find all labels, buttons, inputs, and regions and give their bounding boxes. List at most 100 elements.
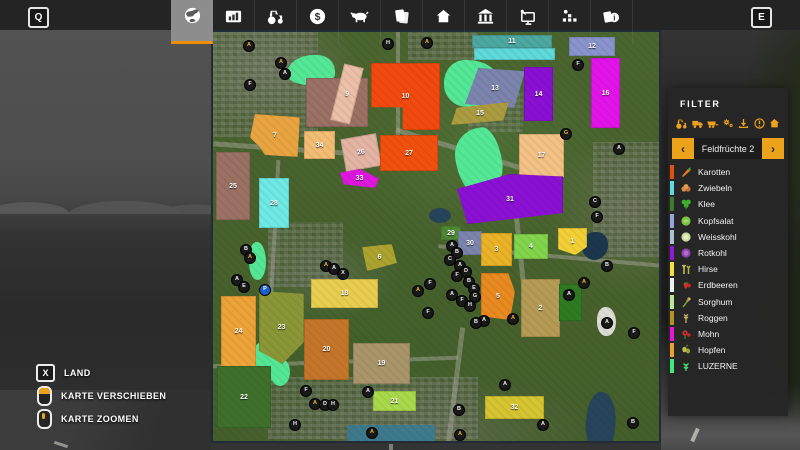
map-marker[interactable]: F bbox=[628, 327, 640, 339]
map-marker[interactable]: A bbox=[366, 427, 378, 439]
crop-label: Hirse bbox=[698, 264, 718, 274]
map-marker[interactable]: F bbox=[591, 211, 603, 223]
map-field-3[interactable]: 3 bbox=[481, 233, 512, 266]
map-marker[interactable]: A bbox=[499, 379, 511, 391]
map-field-7[interactable]: 7 bbox=[250, 114, 300, 157]
map-field-23[interactable]: 23 bbox=[259, 291, 304, 364]
crop-legend-item: Roggen bbox=[668, 310, 788, 326]
mountains-silhouette bbox=[0, 190, 211, 214]
map-marker[interactable]: H bbox=[327, 399, 339, 411]
red-cabbage-icon bbox=[680, 247, 692, 259]
map-marker[interactable]: H bbox=[464, 300, 476, 312]
tab-garage[interactable] bbox=[423, 0, 465, 44]
field-number: 6 bbox=[378, 254, 382, 261]
map-field-6[interactable]: 6 bbox=[362, 244, 397, 271]
map-field-10[interactable]: 10 bbox=[371, 63, 440, 130]
map-marker[interactable]: G bbox=[560, 128, 572, 140]
map-marker[interactable]: A bbox=[601, 317, 613, 329]
field-number: 2 bbox=[539, 305, 543, 312]
map-marker[interactable]: A bbox=[563, 289, 575, 301]
field-number: 13 bbox=[491, 85, 499, 92]
trailer-icon[interactable] bbox=[706, 117, 719, 130]
map-marker[interactable]: A bbox=[578, 277, 590, 289]
tab-bank[interactable] bbox=[465, 0, 507, 44]
mouse-drag-icon bbox=[37, 386, 52, 406]
map-marker[interactable]: F bbox=[424, 278, 436, 290]
warning-icon[interactable] bbox=[753, 117, 766, 130]
map-field-32[interactable]: 32 bbox=[485, 396, 544, 419]
selector-prev-button[interactable]: ‹ bbox=[672, 138, 694, 159]
crop-label: Hopfen bbox=[698, 345, 725, 355]
map-field-27[interactable]: 27 bbox=[380, 135, 438, 171]
map-marker[interactable]: F bbox=[422, 307, 434, 319]
crop-label: Sorghum bbox=[698, 297, 733, 307]
field-number: 34 bbox=[316, 142, 324, 149]
map-field-17[interactable]: 17 bbox=[519, 134, 564, 177]
map-marker[interactable]: X bbox=[337, 268, 349, 280]
map-marker[interactable]: A bbox=[279, 68, 291, 80]
map-marker[interactable]: B bbox=[627, 417, 639, 429]
map-marker[interactable]: A bbox=[537, 419, 549, 431]
crop-label: Rotkohl bbox=[698, 248, 727, 258]
tab-contracts[interactable] bbox=[381, 0, 423, 44]
map-field-22[interactable]: 22 bbox=[217, 366, 271, 428]
control-hints: XLANDKARTE VERSCHIEBENKARTE ZOOMEN bbox=[36, 361, 166, 430]
map-field-14[interactable]: 14 bbox=[524, 67, 553, 121]
field-number: 23 bbox=[278, 324, 286, 331]
map-marker[interactable]: B bbox=[601, 260, 613, 272]
field-number: 26 bbox=[357, 148, 366, 156]
sorghum-icon bbox=[680, 296, 692, 308]
tab-map[interactable] bbox=[171, 0, 213, 44]
map-marker[interactable]: H bbox=[289, 419, 301, 431]
tab-finances[interactable]: $ bbox=[297, 0, 339, 44]
tab-help[interactable]: i bbox=[591, 0, 633, 44]
map-marker[interactable]: F bbox=[244, 79, 256, 91]
download-icon[interactable] bbox=[737, 117, 750, 130]
map-marker[interactable]: P bbox=[259, 284, 271, 296]
house-icon[interactable] bbox=[768, 117, 781, 130]
map-field-28[interactable]: 28 bbox=[259, 178, 289, 228]
documents-icon bbox=[392, 7, 411, 26]
tab-vehicles[interactable] bbox=[255, 0, 297, 44]
map-marker[interactable]: C bbox=[589, 196, 601, 208]
map-field-2[interactable]: 2 bbox=[521, 279, 560, 337]
map-marker[interactable]: A bbox=[454, 429, 466, 441]
truck-icon[interactable] bbox=[691, 117, 704, 130]
map-field-4[interactable]: 4 bbox=[514, 234, 548, 259]
map-field-16[interactable]: 16 bbox=[591, 58, 620, 128]
tractor-icon[interactable] bbox=[675, 117, 688, 130]
map-marker[interactable]: E bbox=[238, 281, 250, 293]
map-field-21[interactable]: 21 bbox=[373, 391, 416, 411]
next-menu-key-button[interactable]: E bbox=[751, 7, 772, 28]
map-field-33[interactable]: 33 bbox=[340, 169, 379, 188]
gears-icon[interactable] bbox=[722, 117, 735, 130]
map-field-25[interactable]: 25 bbox=[216, 152, 250, 220]
prev-menu-key-button[interactable]: Q bbox=[28, 7, 49, 28]
tab-production[interactable] bbox=[549, 0, 591, 44]
map-field-18[interactable]: 18 bbox=[311, 279, 378, 308]
selector-next-button[interactable]: › bbox=[762, 138, 784, 159]
tickets-info-icon: i bbox=[602, 7, 621, 26]
map-field-34[interactable]: 34 bbox=[304, 131, 335, 159]
map-marker[interactable]: B bbox=[470, 317, 482, 329]
map-marker[interactable]: A bbox=[613, 143, 625, 155]
map-marker[interactable]: A bbox=[244, 252, 256, 264]
crop-legend-item: Kopfsalat bbox=[668, 213, 788, 229]
map-marker[interactable]: F bbox=[300, 385, 312, 397]
map-marker[interactable]: B bbox=[453, 404, 465, 416]
map-marker[interactable]: F bbox=[451, 270, 463, 282]
map-marker[interactable]: A bbox=[362, 386, 374, 398]
tab-animals[interactable] bbox=[339, 0, 381, 44]
map-marker[interactable]: A bbox=[412, 285, 424, 297]
map-viewport[interactable]: 1112891073426273325281315141617316182423… bbox=[211, 30, 661, 443]
map-field-24[interactable]: 24 bbox=[221, 296, 256, 367]
map-field[interactable] bbox=[474, 48, 555, 60]
tab-statistics[interactable] bbox=[213, 0, 255, 44]
map-marker[interactable]: F bbox=[572, 59, 584, 71]
map-field-26[interactable]: 26 bbox=[340, 133, 381, 172]
map-field-20[interactable]: 20 bbox=[304, 319, 349, 380]
map-marker[interactable]: A bbox=[507, 313, 519, 325]
map-field-19[interactable]: 19 bbox=[353, 343, 410, 384]
water-area bbox=[429, 208, 451, 223]
tab-computer[interactable] bbox=[507, 0, 549, 44]
